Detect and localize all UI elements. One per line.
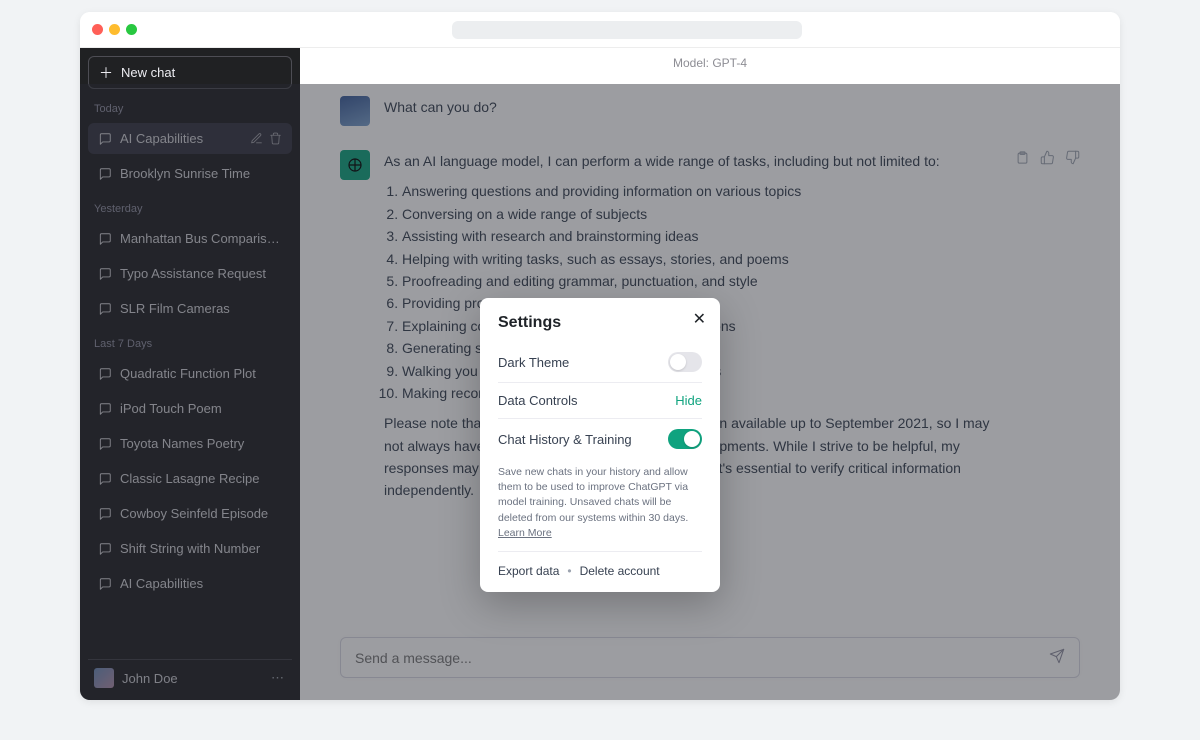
separator-dot: • [567, 564, 571, 578]
row-data-controls: Data Controls Hide [498, 383, 702, 419]
app: ＋ New chat Today AI Capabilities Brookly… [80, 48, 1120, 700]
row-chat-history: Chat History & Training [498, 419, 702, 459]
chat-history-label: Chat History & Training [498, 432, 632, 447]
export-data-button[interactable]: Export data [498, 564, 559, 578]
settings-modal: ✕ Settings Dark Theme Data Controls Hide… [480, 298, 720, 592]
dark-theme-label: Dark Theme [498, 355, 569, 370]
new-chat-label: New chat [121, 65, 175, 80]
minimize-window-icon[interactable] [109, 24, 120, 35]
browser-window: ＋ New chat Today AI Capabilities Brookly… [80, 12, 1120, 700]
maximize-window-icon[interactable] [126, 24, 137, 35]
traffic-lights [92, 24, 137, 35]
plus-icon: ＋ [99, 66, 113, 80]
hide-button[interactable]: Hide [675, 393, 702, 408]
url-bar[interactable] [452, 21, 802, 39]
chat-history-toggle[interactable] [668, 429, 702, 449]
settings-footer: Export data • Delete account [498, 552, 702, 578]
close-button[interactable]: ✕ [693, 312, 706, 328]
row-dark-theme: Dark Theme [498, 342, 702, 383]
chat-history-desc: Save new chats in your history and allow… [498, 459, 702, 552]
delete-account-button[interactable]: Delete account [580, 564, 660, 578]
data-controls-label: Data Controls [498, 393, 577, 408]
dark-theme-toggle[interactable] [668, 352, 702, 372]
settings-title: Settings [498, 314, 702, 332]
chat-history-desc-text: Save new chats in your history and allow… [498, 466, 688, 524]
model-label: Model: GPT-4 [300, 48, 1120, 84]
titlebar [80, 12, 1120, 48]
learn-more-link[interactable]: Learn More [498, 527, 552, 539]
close-window-icon[interactable] [92, 24, 103, 35]
